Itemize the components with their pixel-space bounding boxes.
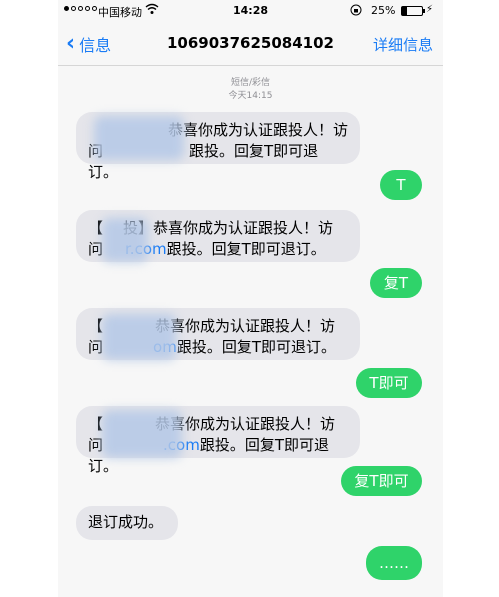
nav-bar: ‹ 信息 1069037625084102 详细信息 <box>58 22 443 66</box>
details-button[interactable]: 详细信息 <box>373 34 433 55</box>
redacted-area <box>94 116 184 160</box>
rotation-lock-icon <box>350 4 362 16</box>
redacted-area <box>102 314 176 360</box>
battery-icon <box>401 6 425 16</box>
outgoing-message[interactable]: T <box>380 170 422 200</box>
incoming-message[interactable]: 【恭喜你成为认证跟投人！访 问om跟投。回复T即可退订。 <box>76 308 360 360</box>
outgoing-message[interactable]: 复T <box>370 268 422 298</box>
redacted-area <box>102 218 148 262</box>
incoming-message[interactable]: 恭喜你成为认证跟投人！访 问跟投。回复T即可退订。 <box>76 112 360 181</box>
message-text: …… <box>379 554 409 572</box>
incoming-message[interactable]: 退订成功。 <box>76 506 178 540</box>
messages-screen: 中国移动 14:28 25% ⚡ ‹ 信息 1069037625084102 详… <box>58 0 443 597</box>
charging-icon: ⚡ <box>426 4 434 15</box>
redacted-area <box>102 410 182 458</box>
message-type-label: 短信/彩信 <box>230 78 271 88</box>
outgoing-message[interactable]: 复T即可 <box>341 466 422 496</box>
message-text: 退订成功。 <box>88 513 164 531</box>
status-bar: 中国移动 14:28 25% ⚡ <box>58 0 443 22</box>
message-text: T即可 <box>369 374 409 392</box>
outgoing-message[interactable]: …… <box>366 546 422 580</box>
message-time-label: 今天14:15 <box>228 91 273 101</box>
message-text: 复T <box>383 274 409 292</box>
message-timestamp: 短信/彩信 今天14:15 <box>58 77 443 103</box>
message-text: T <box>396 176 406 194</box>
incoming-message[interactable]: 【投】恭喜你成为认证跟投人！访 问r.com跟投。回复T即可退订。 <box>76 210 360 262</box>
incoming-message[interactable]: 【恭喜你成为认证跟投人！访 问.com跟投。回复T即可退订。 <box>76 406 360 475</box>
message-text: 复T即可 <box>354 472 409 490</box>
outgoing-message[interactable]: T即可 <box>356 368 422 398</box>
battery-percent: 25% <box>371 4 396 17</box>
